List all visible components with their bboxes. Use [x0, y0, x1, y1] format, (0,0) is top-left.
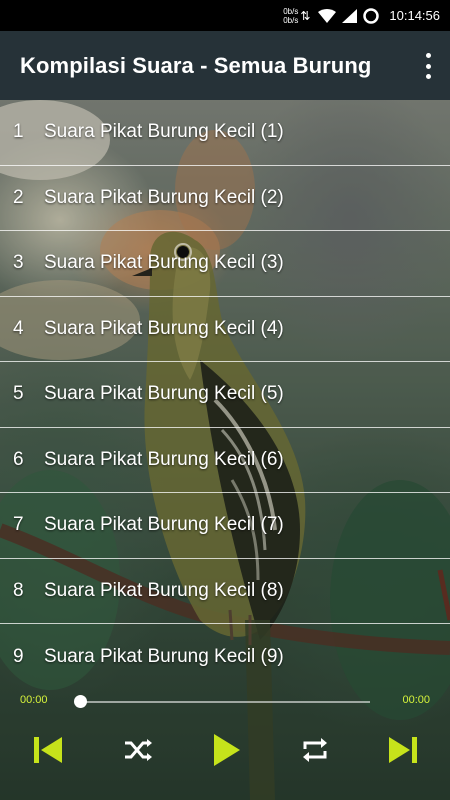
network-speed: 0b/s 0b/s — [283, 7, 298, 25]
track-number: 8 — [13, 579, 24, 601]
track-title: Suara Pikat Burung Kecil (3) — [44, 252, 284, 274]
track-title: Suara Pikat Burung Kecil (8) — [44, 579, 284, 601]
app-title: Kompilasi Suara - Semua Burung — [20, 52, 372, 78]
app-bar: Kompilasi Suara - Semua Burung — [0, 31, 450, 100]
seek-thumb[interactable] — [74, 695, 87, 708]
track-item[interactable]: 2 Suara Pikat Burung Kecil (2) — [0, 166, 450, 231]
track-number: 4 — [13, 317, 24, 339]
track-item[interactable]: 9 Suara Pikat Burung Kecil (9) — [0, 624, 450, 690]
shuffle-icon[interactable] — [120, 732, 156, 768]
track-title: Suara Pikat Burung Kecil (2) — [44, 186, 284, 208]
more-vert-icon[interactable] — [422, 53, 434, 79]
track-number: 6 — [13, 448, 24, 470]
net-up-speed: 0b/s — [283, 6, 299, 16]
track-item[interactable]: 8 Suara Pikat Burung Kecil (8) — [0, 559, 450, 624]
total-time: 00:00 — [402, 694, 430, 706]
net-down-speed: 0b/s — [283, 15, 299, 25]
track-title: Suara Pikat Burung Kecil (9) — [44, 645, 284, 667]
track-item[interactable]: 1 Suara Pikat Burung Kecil (1) — [0, 100, 450, 166]
track-number: 3 — [13, 252, 24, 274]
skip-previous-icon[interactable] — [30, 732, 66, 768]
track-number: 5 — [13, 383, 24, 405]
track-item[interactable]: 7 Suara Pikat Burung Kecil (7) — [0, 493, 450, 559]
track-title: Suara Pikat Burung Kecil (5) — [44, 383, 284, 405]
status-bar: 0b/s 0b/s ⇅ 10:14:56 — [0, 0, 450, 31]
track-item[interactable]: 3 Suara Pikat Burung Kecil (3) — [0, 231, 450, 297]
track-title: Suara Pikat Burung Kecil (6) — [44, 448, 284, 470]
track-number: 1 — [13, 121, 24, 143]
skip-next-icon[interactable] — [385, 732, 421, 768]
data-transfer-icon: ⇅ — [300, 8, 311, 23]
track-number: 9 — [13, 645, 24, 667]
track-list: 1 Suara Pikat Burung Kecil (1) 2 Suara P… — [0, 100, 450, 690]
track-title: Suara Pikat Burung Kecil (1) — [44, 121, 284, 143]
signal-icon — [342, 8, 358, 23]
player-controls: 00:00 00:00 — [0, 688, 450, 800]
track-number: 2 — [13, 186, 24, 208]
seek-bar[interactable] — [80, 701, 370, 703]
battery-icon — [363, 7, 380, 24]
track-title: Suara Pikat Burung Kecil (7) — [44, 514, 284, 536]
play-icon[interactable] — [207, 732, 247, 768]
current-time: 00:00 — [20, 694, 48, 706]
track-item[interactable]: 5 Suara Pikat Burung Kecil (5) — [0, 362, 450, 428]
track-item[interactable]: 6 Suara Pikat Burung Kecil (6) — [0, 428, 450, 493]
track-item[interactable]: 4 Suara Pikat Burung Kecil (4) — [0, 297, 450, 362]
repeat-icon[interactable] — [297, 732, 333, 768]
track-title: Suara Pikat Burung Kecil (4) — [44, 317, 284, 339]
status-time: 10:14:56 — [389, 8, 440, 23]
track-number: 7 — [13, 514, 24, 536]
wifi-icon — [318, 8, 337, 23]
